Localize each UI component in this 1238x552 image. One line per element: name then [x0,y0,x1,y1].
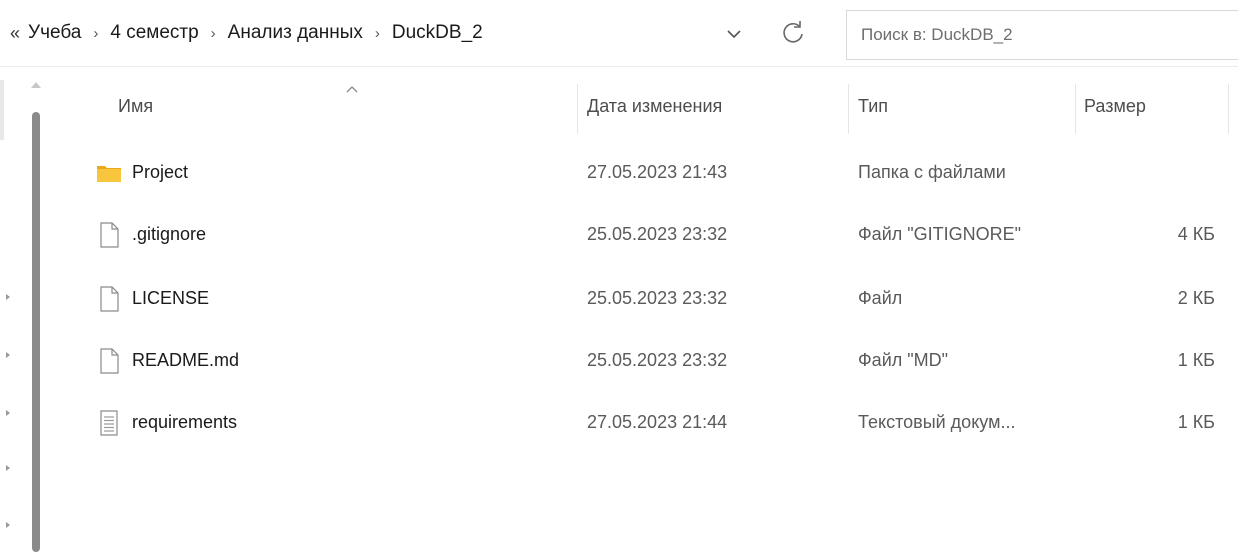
file-date: 25.05.2023 23:32 [587,350,728,370]
file-type: Папка с файлами [858,162,1006,182]
search-input[interactable] [847,11,1231,59]
folder-icon [97,166,121,182]
nav-expand-chevron-icon[interactable] [6,465,10,471]
search-box[interactable] [846,10,1238,60]
file-date: 25.05.2023 23:32 [587,288,728,308]
column-divider[interactable] [848,84,849,134]
column-divider[interactable] [577,84,578,134]
scrollbar-thumb[interactable] [32,112,40,552]
breadcrumb: « Учеба › 4 семестр › Анализ данных › Du… [0,0,483,66]
nav-expand-chevron-icon[interactable] [6,522,10,528]
refresh-icon [783,21,803,43]
file-row-license[interactable]: LICENSE 25.05.2023 23:32 Файл 2 КБ [80,270,1230,330]
file-type: Файл [858,288,903,308]
file-date: 27.05.2023 21:43 [587,162,728,182]
file-size: 4 КБ [1177,224,1215,244]
navigation-pane-edge [0,80,4,140]
nav-expand-chevron-icon[interactable] [6,352,10,358]
toolbar-divider [0,66,1238,67]
file-icon [100,222,119,248]
file-date: 25.05.2023 23:32 [587,224,728,244]
nav-expand-chevron-icon[interactable] [6,294,10,300]
navigation-scrollbar[interactable] [25,82,49,552]
file-type: Файл "GITIGNORE" [858,224,1022,244]
address-history-dropdown-button[interactable] [722,22,746,46]
file-name: LICENSE [132,288,210,308]
text-document-icon [100,410,118,436]
breadcrumb-separator[interactable]: › [375,25,380,42]
scroll-up-arrow-icon[interactable] [31,82,41,88]
file-row-readme[interactable]: README.md 25.05.2023 23:32 Файл "MD" 1 К… [80,332,1230,392]
file-row-project[interactable]: Project 27.05.2023 21:43 Папка с файлами [80,144,1230,204]
file-name: Project [132,162,189,182]
column-header-name[interactable]: Имя [118,96,153,117]
breadcrumb-overflow-button[interactable]: « [10,23,20,44]
breadcrumb-item-data-analysis[interactable]: Анализ данных [228,22,363,44]
file-name: README.md [132,350,240,370]
breadcrumb-item-semester[interactable]: 4 семестр [110,22,198,44]
chevron-down-icon [727,30,741,39]
file-name: .gitignore [132,224,207,244]
file-size: 1 КБ [1177,350,1215,370]
breadcrumb-item-ucheba[interactable]: Учеба [28,22,81,44]
breadcrumb-separator[interactable]: › [211,25,216,42]
file-name: requirements [132,412,238,432]
column-header-date[interactable]: Дата изменения [587,96,722,117]
file-type: Текстовый докум... [858,412,1016,432]
file-size: 2 КБ [1177,288,1215,308]
file-row-requirements[interactable]: requirements 27.05.2023 21:44 Текстовый … [80,394,1230,454]
file-icon [100,348,119,374]
file-date: 27.05.2023 21:44 [587,412,728,432]
refresh-button[interactable] [778,18,808,48]
file-row-gitignore[interactable]: .gitignore 25.05.2023 23:32 Файл "GITIGN… [80,206,1230,266]
sort-ascending-icon [346,86,358,93]
file-size: 1 КБ [1177,412,1215,432]
column-header-size[interactable]: Размер [1084,96,1146,117]
breadcrumb-separator[interactable]: › [93,25,98,42]
column-header-type[interactable]: Тип [858,96,888,117]
file-icon [100,286,119,312]
nav-expand-chevron-icon[interactable] [6,410,10,416]
file-type: Файл "MD" [858,350,949,370]
column-divider[interactable] [1228,84,1229,134]
address-bar[interactable]: « Учеба › 4 семестр › Анализ данных › Du… [0,0,818,66]
column-divider[interactable] [1075,84,1076,134]
breadcrumb-item-duckdb[interactable]: DuckDB_2 [392,22,483,44]
